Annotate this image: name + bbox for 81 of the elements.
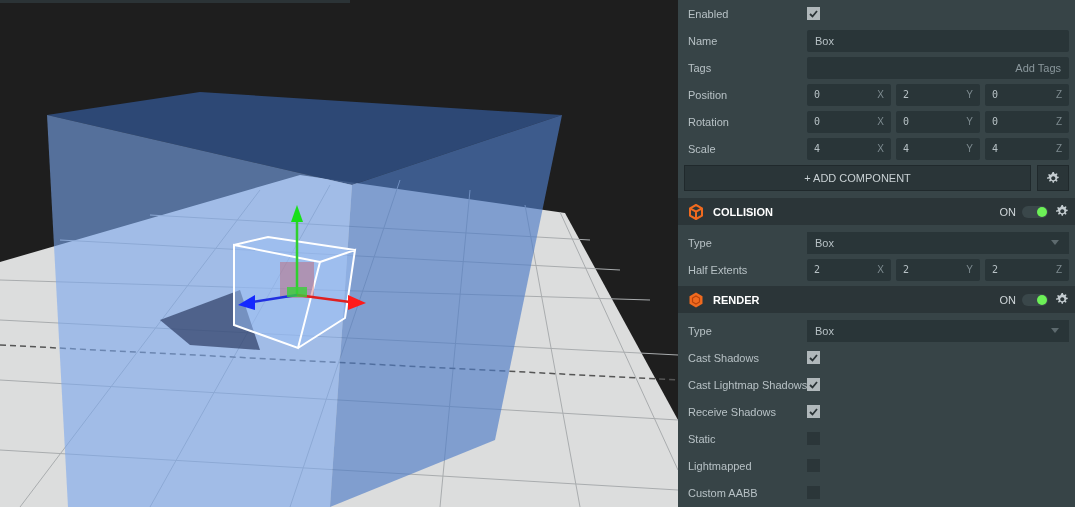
- property-label: Half Extents: [688, 263, 749, 276]
- property-label: Rotation: [688, 115, 730, 128]
- field-value: 2: [903, 264, 910, 275]
- box-drawing[interactable]: [47, 92, 562, 507]
- property-label: Custom AABB: [688, 486, 759, 499]
- axis-label: Z: [1055, 89, 1062, 100]
- dropdown-value: Box: [815, 236, 834, 249]
- field-value: 4: [992, 143, 999, 154]
- field-value: 0: [814, 116, 821, 127]
- property-label: Name: [688, 34, 719, 47]
- field-value: 2: [903, 89, 910, 100]
- settings-button[interactable]: [1037, 165, 1069, 191]
- field-value: 4: [903, 143, 910, 154]
- component-header[interactable]: RENDER ON: [678, 286, 1075, 313]
- toggle-label: ON: [999, 205, 1016, 218]
- axis-label: Z: [1055, 116, 1062, 127]
- property-label: Static: [688, 432, 717, 445]
- component-header[interactable]: COLLISION ON: [678, 198, 1075, 225]
- axis-label: Y: [966, 116, 973, 127]
- number-field[interactable]: 2 Y: [896, 83, 980, 106]
- number-field[interactable]: 2 Z: [985, 258, 1069, 281]
- text-field[interactable]: Add Tags: [807, 56, 1069, 79]
- number-field[interactable]: 0 Y: [896, 110, 980, 133]
- axis-label: Y: [966, 143, 973, 154]
- field-value: 2: [814, 264, 821, 275]
- number-field[interactable]: 4 Z: [985, 137, 1069, 160]
- axis-label: X: [877, 143, 884, 154]
- hexagon-icon: [688, 291, 704, 308]
- add-component-button[interactable]: + ADD COMPONENT: [684, 165, 1031, 191]
- field-value: 2: [992, 264, 999, 275]
- text-field[interactable]: Box: [807, 29, 1069, 52]
- checkbox[interactable]: [807, 405, 820, 418]
- property-label: Enabled: [688, 7, 730, 20]
- number-field[interactable]: 2 X: [807, 258, 891, 281]
- checkbox[interactable]: [807, 7, 820, 20]
- field-value: 0: [903, 116, 910, 127]
- axis-label: Z: [1055, 264, 1062, 275]
- property-label: Type: [688, 236, 713, 249]
- property-label: Tags: [688, 61, 713, 74]
- cube-icon: [688, 203, 704, 220]
- dropdown-value: Box: [815, 324, 834, 337]
- field-value: 0: [992, 116, 999, 127]
- number-field[interactable]: 0 Z: [985, 110, 1069, 133]
- number-field[interactable]: 4 X: [807, 137, 891, 160]
- axis-label: X: [877, 116, 884, 127]
- dropdown[interactable]: Box: [807, 231, 1069, 254]
- number-field[interactable]: 0 Z: [985, 83, 1069, 106]
- field-value: 4: [814, 143, 821, 154]
- field-value: 0: [992, 89, 999, 100]
- property-label: Lightmapped: [688, 459, 753, 472]
- caret-icon: [1051, 240, 1059, 245]
- transform-gizmo[interactable]: [233, 205, 366, 350]
- axis-label: X: [877, 89, 884, 100]
- gear-icon: [1046, 171, 1060, 185]
- toggle-switch[interactable]: [1022, 205, 1048, 218]
- toggle-label: ON: [999, 293, 1016, 306]
- property-label: Type: [688, 324, 713, 337]
- component-title: RENDER: [713, 293, 761, 306]
- checkbox[interactable]: [807, 351, 820, 364]
- property-label: Cast Lightmap Shadows: [688, 378, 807, 391]
- caret-icon: [1051, 328, 1059, 333]
- property-label: Scale: [688, 142, 717, 155]
- number-field[interactable]: 0 X: [807, 110, 891, 133]
- number-field[interactable]: 2 Y: [896, 258, 980, 281]
- component-title: COLLISION: [713, 205, 774, 218]
- settings-icon[interactable]: [1056, 205, 1069, 218]
- property-label: Position: [688, 88, 729, 101]
- axis-label: Y: [966, 89, 973, 100]
- axis-label: Z: [1055, 143, 1062, 154]
- viewport[interactable]: [0, 0, 678, 507]
- number-field[interactable]: 0 X: [807, 83, 891, 106]
- checkbox[interactable]: [807, 378, 820, 391]
- number-field[interactable]: 4 Y: [896, 137, 980, 160]
- axis-label: Y: [966, 264, 973, 275]
- property-label: Cast Shadows: [688, 351, 760, 364]
- settings-icon[interactable]: [1056, 293, 1069, 306]
- toggle-switch[interactable]: [1022, 293, 1048, 306]
- property-label: Receive Shadows: [688, 405, 778, 418]
- dropdown[interactable]: Box: [807, 319, 1069, 342]
- field-value: 0: [814, 89, 821, 100]
- axis-label: X: [877, 264, 884, 275]
